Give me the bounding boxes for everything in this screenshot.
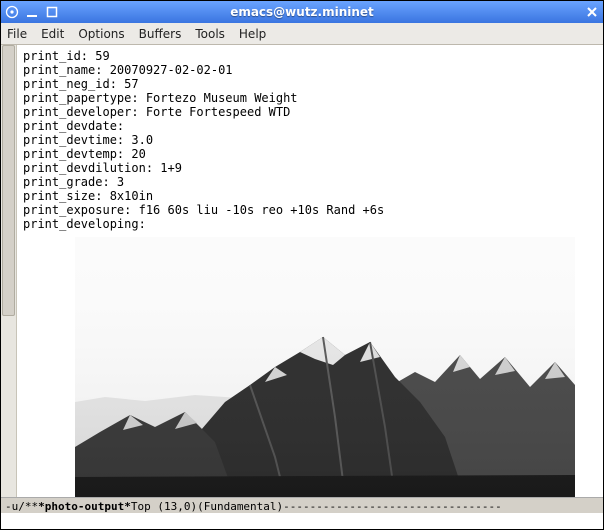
buffer-line: print_name: 20070927-02-02-01 — [23, 63, 599, 77]
menu-file[interactable]: File — [7, 27, 27, 41]
minimize-icon[interactable] — [25, 5, 39, 19]
window-titlebar: emacs@wutz.mininet — [1, 1, 603, 23]
buffer-line: print_grade: 3 — [23, 175, 599, 189]
buffer-line: print_id: 59 — [23, 49, 599, 63]
buffer-line: print_devdate: — [23, 119, 599, 133]
buffer-line: print_devdilution: 1+9 — [23, 161, 599, 175]
buffer-line: print_developing: — [23, 217, 599, 231]
menu-options[interactable]: Options — [78, 27, 124, 41]
embedded-image — [75, 237, 575, 497]
titlebar-left-controls — [5, 5, 65, 19]
modeline-mode: (Fundamental) — [197, 500, 283, 513]
buffer-line: print_devtime: 3.0 — [23, 133, 599, 147]
window-title: emacs@wutz.mininet — [71, 5, 533, 19]
buffer-line: print_devtemp: 20 — [23, 147, 599, 161]
menu-tools[interactable]: Tools — [195, 27, 225, 41]
titlebar-right-controls — [539, 5, 599, 19]
modeline-status: -u/** — [5, 500, 38, 513]
vertical-scrollbar[interactable] — [1, 45, 17, 497]
modeline-buffer-name: *photo-output* — [38, 500, 131, 513]
modeline-filler: --------------------------------- — [283, 500, 502, 513]
buffer-line: print_developer: Forte Fortespeed WTD — [23, 105, 599, 119]
mode-line: -u/** *photo-output* Top (13,0) (Fundame… — [1, 497, 603, 513]
minibuffer[interactable] — [1, 513, 603, 529]
menu-bar: File Edit Options Buffers Tools Help — [1, 23, 603, 45]
text-buffer[interactable]: print_id: 59 print_name: 20070927-02-02-… — [17, 45, 603, 497]
window-menu-icon[interactable] — [5, 5, 19, 19]
menu-buffers[interactable]: Buffers — [139, 27, 182, 41]
buffer-line: print_neg_id: 57 — [23, 77, 599, 91]
scrollbar-thumb[interactable] — [2, 45, 15, 316]
buffer-line: print_exposure: f16 60s liu -10s reo +10… — [23, 203, 599, 217]
menu-help[interactable]: Help — [239, 27, 266, 41]
buffer-line: print_papertype: Fortezo Museum Weight — [23, 91, 599, 105]
close-icon[interactable] — [585, 5, 599, 19]
editor-area: print_id: 59 print_name: 20070927-02-02-… — [1, 45, 603, 497]
modeline-position: Top (13,0) — [131, 500, 197, 513]
maximize-icon[interactable] — [45, 5, 59, 19]
emacs-window: emacs@wutz.mininet File Edit Options Buf… — [0, 0, 604, 530]
buffer-line: print_size: 8x10in — [23, 189, 599, 203]
menu-edit[interactable]: Edit — [41, 27, 64, 41]
